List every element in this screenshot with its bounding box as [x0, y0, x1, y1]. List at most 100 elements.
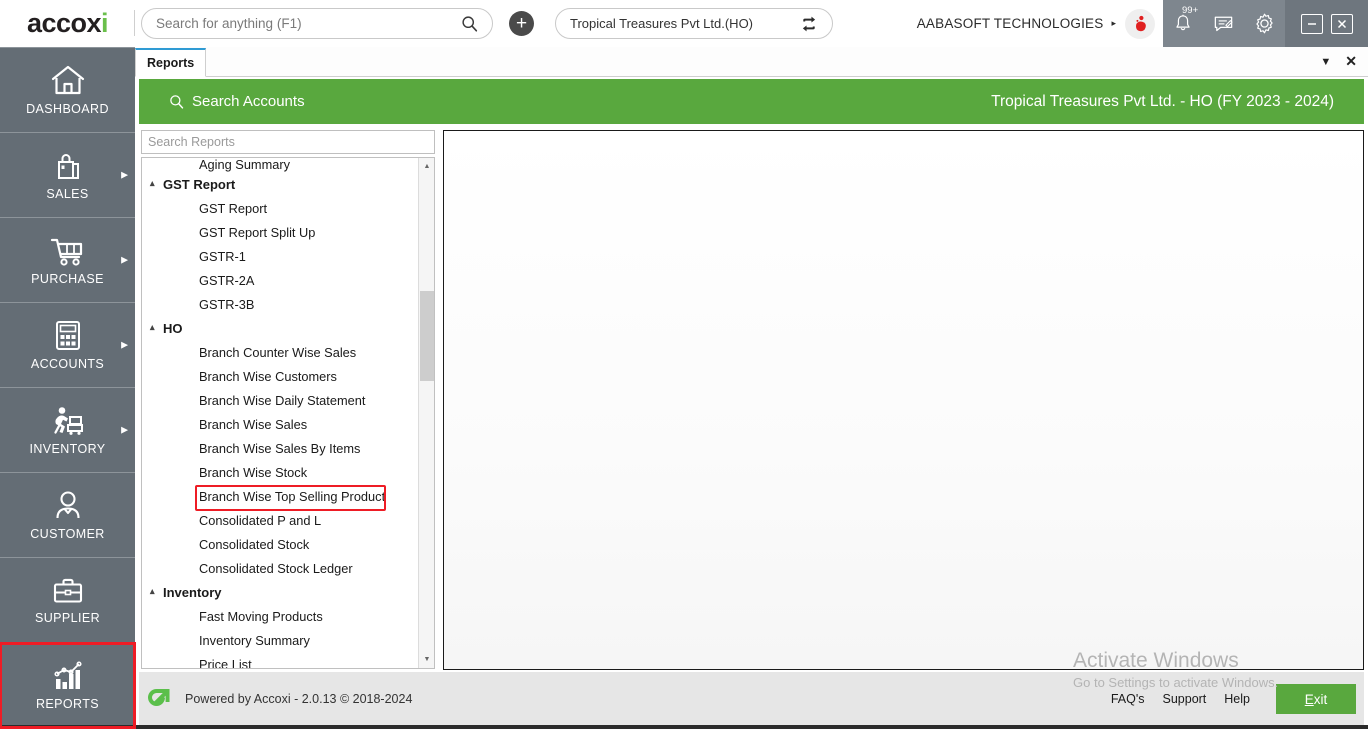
exit-button[interactable]: Exit [1276, 684, 1356, 714]
chevron-down-icon[interactable]: ▼ [1320, 56, 1331, 68]
home-icon [50, 64, 86, 97]
sidebar-item-inventory[interactable]: INVENTORY ▶ [0, 388, 135, 473]
reports-panel: Aging Summary ▴ GST Report GST Report GS… [141, 130, 437, 670]
help-link[interactable]: Help [1224, 692, 1250, 706]
tab-strip: Reports ▼ ✕ [135, 47, 1368, 77]
search-reports-input[interactable] [148, 135, 428, 149]
report-content-area [443, 130, 1364, 670]
chevron-right-icon: ▶ [121, 339, 128, 350]
footer-right: FAQ's Support Help Exit [1111, 684, 1364, 714]
tree-item-consolidated-stock-ledger[interactable]: Consolidated Stock Ledger [142, 556, 420, 580]
close-button[interactable] [1330, 13, 1353, 34]
tree-item-gst-report-split-up[interactable]: GST Report Split Up [142, 220, 420, 244]
chevron-right-icon: ▸ [1111, 18, 1116, 28]
sidebar-item-label: CUSTOMER [30, 527, 105, 541]
sidebar-item-purchase[interactable]: PURCHASE ▶ [0, 218, 135, 303]
close-tab-icon[interactable]: ✕ [1345, 53, 1357, 70]
tree-item-partial[interactable]: Aging Summary [142, 158, 420, 172]
tree-item-gstr-3b[interactable]: GSTR-3B [142, 292, 420, 316]
system-icons-group: 99+ [1163, 0, 1285, 47]
minimize-button[interactable] [1300, 13, 1323, 34]
company-selector[interactable]: Tropical Treasures Pvt Ltd.(HO) [555, 8, 833, 39]
organization-name: AABASOFT TECHNOLOGIES [916, 16, 1104, 31]
briefcase-icon [51, 576, 85, 606]
tree-item-gstr-1[interactable]: GSTR-1 [142, 244, 420, 268]
notification-bell-button[interactable]: 99+ [1172, 5, 1198, 35]
sidebar-item-label: REPORTS [36, 696, 99, 711]
search-input[interactable] [156, 16, 461, 31]
scroll-up-arrow[interactable]: ▲ [419, 158, 434, 175]
sidebar-item-customer[interactable]: CUSTOMER [0, 473, 135, 558]
warehouse-worker-icon [49, 405, 87, 437]
sidebar-item-label: DASHBOARD [26, 102, 109, 116]
tree-item-gst-report[interactable]: GST Report [142, 196, 420, 220]
tree-item-gstr-2a[interactable]: GSTR-2A [142, 268, 420, 292]
tree-item-consolidated-p-and-l[interactable]: Consolidated P and L [142, 508, 420, 532]
top-header-bar: accoxi + Tropical Treasures Pvt Ltd.(HO) [0, 0, 1368, 47]
sidebar-item-sales[interactable]: SALES ▶ [0, 133, 135, 218]
tree-item-consolidated-stock[interactable]: Consolidated Stock [142, 532, 420, 556]
caret-up-icon: ▴ [150, 177, 155, 188]
sidebar-item-label: INVENTORY [29, 441, 106, 456]
bar-chart-icon [50, 660, 86, 692]
tree-item-branch-counter-wise-sales[interactable]: Branch Counter Wise Sales [142, 340, 420, 364]
chevron-right-icon: ▶ [121, 169, 128, 180]
sidebar-item-dashboard[interactable]: DASHBOARD [0, 48, 135, 133]
tree-group-label: Inventory [163, 584, 222, 600]
tree-group-inventory[interactable]: ▴ Inventory [142, 580, 420, 604]
page-header-bar: Search Accounts Tropical Treasures Pvt L… [139, 79, 1364, 124]
footer-bar: Powered by Accoxi - 2.0.13 © 2018-2024 F… [139, 672, 1364, 726]
caret-up-icon: ▴ [150, 321, 155, 332]
tree-item-price-list[interactable]: Price List [142, 652, 420, 669]
reports-search-box[interactable] [141, 130, 435, 154]
tree-item-inventory-summary[interactable]: Inventory Summary [142, 628, 420, 652]
message-button[interactable] [1212, 12, 1235, 35]
reports-tree-scrollbar[interactable]: ▲ ▼ [418, 158, 434, 668]
tree-group-ho[interactable]: ▴ HO [142, 316, 420, 340]
faq-link[interactable]: FAQ's [1111, 692, 1145, 706]
reports-tree-container: Aging Summary ▴ GST Report GST Report GS… [141, 157, 435, 669]
logo-divider [134, 10, 135, 36]
global-search-box[interactable] [141, 8, 493, 39]
tree-group-gst-report[interactable]: ▴ GST Report [142, 172, 420, 196]
tree-item-branch-wise-daily-statement[interactable]: Branch Wise Daily Statement [142, 388, 420, 412]
sidebar-item-supplier[interactable]: SUPPLIER [0, 558, 135, 643]
gear-icon[interactable] [1253, 12, 1276, 35]
tab-actions: ▼ ✕ [1320, 47, 1368, 76]
sidebar-item-reports[interactable]: REPORTS [0, 642, 136, 729]
notification-count-badge: 99+ [1182, 4, 1199, 16]
search-icon[interactable] [461, 15, 478, 32]
tree-item-branch-wise-top-selling-product[interactable]: Branch Wise Top Selling Product [142, 484, 420, 511]
shopping-bag-icon [51, 150, 85, 182]
organization-selector[interactable]: AABASOFT TECHNOLOGIES ▸ [916, 8, 1163, 39]
bottom-strip [0, 725, 1368, 729]
tree-group-label: GST Report [163, 176, 236, 192]
support-link[interactable]: Support [1163, 692, 1207, 706]
tree-item-fast-moving-products[interactable]: Fast Moving Products [142, 604, 420, 628]
company-fiscal-context: Tropical Treasures Pvt Ltd. - HO (FY 202… [991, 92, 1334, 110]
search-icon [169, 94, 184, 109]
tree-item-branch-wise-customers[interactable]: Branch Wise Customers [142, 364, 420, 388]
logo-accent-letter: i [101, 8, 109, 38]
scroll-down-arrow[interactable]: ▼ [419, 651, 434, 668]
sidebar-item-label: SALES [46, 186, 89, 201]
add-new-button[interactable]: + [509, 11, 534, 36]
company-name: Tropical Treasures Pvt Ltd.(HO) [570, 16, 754, 31]
main-sidebar-navigation: DASHBOARD SALES ▶ PURCHASE ▶ ACCOUNTS ▶ … [0, 47, 136, 729]
caret-up-icon: ▴ [150, 585, 155, 596]
tree-group-label: HO [163, 320, 183, 336]
switch-company-icon[interactable] [800, 15, 818, 33]
sidebar-item-accounts[interactable]: ACCOUNTS ▶ [0, 303, 135, 388]
search-accounts-header[interactable]: Search Accounts [169, 93, 305, 110]
chevron-right-icon: ▶ [121, 254, 128, 265]
tab-reports[interactable]: Reports [135, 48, 207, 77]
accoxi-arrow-icon [147, 686, 173, 712]
scrollbar-thumb[interactable] [420, 291, 434, 381]
shopping-cart-icon [49, 235, 87, 267]
tree-item-branch-wise-sales-by-items[interactable]: Branch Wise Sales By Items [142, 436, 420, 460]
powered-by-text: Powered by Accoxi - 2.0.13 © 2018-2024 [185, 692, 413, 706]
tree-item-branch-wise-sales[interactable]: Branch Wise Sales [142, 412, 420, 436]
page-title: Search Accounts [192, 93, 305, 110]
avatar[interactable] [1125, 8, 1155, 39]
tree-item-branch-wise-stock[interactable]: Branch Wise Stock [142, 460, 420, 484]
